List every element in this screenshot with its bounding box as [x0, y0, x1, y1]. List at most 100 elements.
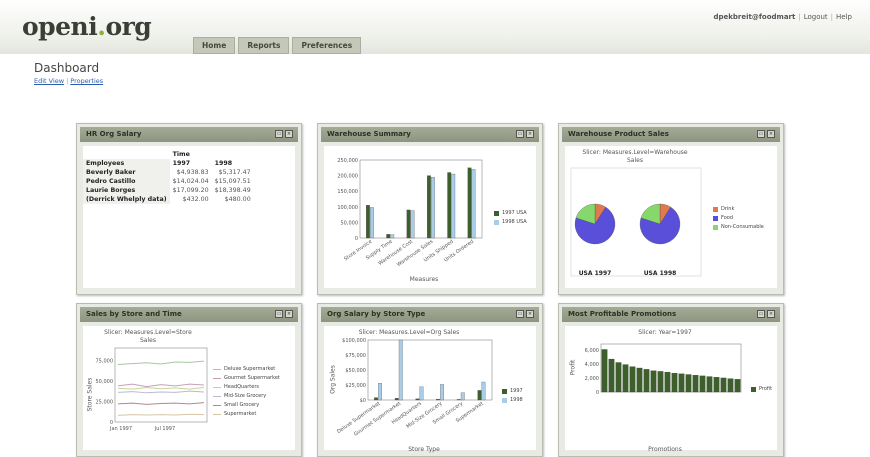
panel-body: Slicer: Measures.Level=Warehouse Sales U… — [565, 146, 777, 288]
y-tick-label: 2,000 — [585, 376, 599, 382]
legend-label: Non-Consumable — [721, 224, 764, 230]
table-row: (Derrick Whelply data) $432.00 $480.00 — [83, 195, 254, 204]
tab-home[interactable]: Home — [193, 37, 236, 54]
bar — [398, 339, 403, 401]
bar — [622, 364, 629, 393]
restore-icon[interactable]: ▭ — [757, 130, 765, 138]
legend-label: Deluxe Supermarket — [224, 366, 276, 372]
properties-link[interactable]: Properties — [70, 77, 103, 85]
restore-icon[interactable]: ▭ — [516, 310, 524, 318]
restore-icon[interactable]: ▭ — [757, 310, 765, 318]
panel-most-profitable-promotions: Most Profitable Promotions ▭ × Slicer: Ye… — [558, 303, 784, 457]
y-tick-label: $100,000 — [342, 338, 366, 344]
chart-legend: 1997 USA 1998 USA — [494, 210, 527, 228]
bar — [378, 383, 382, 401]
table-row: Pedro Castillo $14,024.04 $15,097.51 — [83, 177, 254, 186]
y-tick-label: 75,000 — [96, 359, 114, 365]
employee-name[interactable]: Laurie Borges — [83, 186, 170, 195]
openi-logo[interactable]: openi.org — [22, 12, 152, 41]
employee-name[interactable]: (Derrick Whelply data) — [83, 195, 170, 204]
plot-area — [367, 339, 493, 401]
legend-swatch-profit — [751, 386, 756, 392]
tab-preferences[interactable]: Preferences — [292, 37, 362, 54]
logout-link[interactable]: Logout — [804, 13, 828, 21]
y-axis-label: Org Sales — [329, 365, 337, 394]
y-tick-label: 150,000 — [337, 189, 358, 195]
bar — [720, 377, 727, 393]
panel-header: Warehouse Summary ▭ × — [321, 127, 539, 142]
table-row: Laurie Borges $17,099.20 $18,398.49 — [83, 186, 254, 195]
promotions-chart[interactable]: 6,000 4,000 2,000 0 — [565, 326, 777, 450]
bar — [370, 207, 374, 239]
restore-icon[interactable]: ▭ — [275, 310, 283, 318]
bar — [699, 375, 706, 393]
cell-value: $4,938.83 — [176, 169, 209, 176]
bar — [447, 172, 452, 239]
pie-label: USA 1998 — [643, 270, 677, 277]
legend-label: Gourmet Supermarket — [224, 375, 280, 381]
bar — [664, 371, 671, 393]
dashboard-links: Edit View | Properties — [34, 77, 104, 85]
bar — [419, 386, 424, 401]
chart-legend: Drink Food Non-Consumable — [713, 206, 764, 233]
time-header: Time — [172, 151, 190, 158]
panel-title: Warehouse Product Sales — [568, 130, 669, 138]
bar — [390, 234, 395, 239]
restore-icon[interactable]: ▭ — [516, 130, 524, 138]
close-icon[interactable]: × — [285, 310, 293, 318]
y-tick-label: 50,000 — [341, 220, 359, 226]
bar — [460, 392, 465, 401]
legend-label: Small Grocery — [224, 402, 260, 408]
legend-swatch-1998 — [494, 219, 499, 225]
bar — [386, 234, 391, 239]
bar — [643, 369, 650, 393]
legend-swatch — [213, 404, 221, 406]
close-icon[interactable]: × — [767, 130, 775, 138]
legend-label: 1998 USA — [502, 219, 527, 225]
x-tick-label: Jul 1997 — [154, 426, 175, 432]
user-links: dpekbreit@foodmart | Logout | Help — [713, 13, 852, 21]
logo-main: openi — [22, 12, 98, 41]
y-tick-label: $75,000 — [345, 353, 366, 359]
bar — [629, 366, 636, 393]
panel-body: Slicer: Measures.Level=Org Sales $100,00… — [324, 326, 536, 453]
panel-header: HR Org Salary ▭ × — [80, 127, 298, 142]
cell-value: $18,398.49 — [214, 187, 251, 194]
close-icon[interactable]: × — [526, 310, 534, 318]
close-icon[interactable]: × — [526, 130, 534, 138]
help-link[interactable]: Help — [836, 13, 852, 21]
chart-legend: 1997 1998 — [502, 388, 523, 406]
x-tick-label: Mid-Size Grocery — [405, 401, 443, 430]
cell-value: $17,099.20 — [172, 187, 209, 194]
bar — [471, 169, 476, 239]
bar — [431, 177, 435, 239]
legend-swatch — [213, 386, 221, 388]
y-tick-label: $25,000 — [345, 383, 366, 389]
y-tick-label: 50,000 — [96, 379, 114, 385]
main-tabs: Home Reports Preferences — [193, 37, 362, 54]
edit-view-link[interactable]: Edit View — [34, 77, 64, 85]
salary-table: Time Employees 1997 1998 Beverly Baker $4,9… — [83, 150, 254, 204]
legend-swatch-non-consumable — [713, 224, 718, 230]
legend-swatch — [213, 413, 221, 415]
legend-swatch — [213, 377, 221, 379]
cell-value: $480.00 — [224, 196, 251, 203]
close-icon[interactable]: × — [285, 130, 293, 138]
logo-tld: org — [105, 12, 152, 41]
plot-area — [600, 343, 742, 393]
restore-icon[interactable]: ▭ — [275, 130, 283, 138]
legend-label: 1997 USA — [502, 210, 527, 216]
cell-value: $5,317.47 — [218, 169, 251, 176]
bar — [734, 379, 741, 393]
column-header: Employees — [83, 159, 170, 168]
close-icon[interactable]: × — [767, 310, 775, 318]
panel-org-salary-store-type: Org Salary by Store Type ▭ × Slicer: Meas… — [317, 303, 543, 457]
legend-swatch-1997 — [502, 388, 507, 394]
employee-name[interactable]: Beverly Baker — [83, 168, 170, 177]
panel-title: HR Org Salary — [86, 130, 142, 138]
employee-name[interactable]: Pedro Castillo — [83, 177, 170, 186]
tab-reports[interactable]: Reports — [238, 37, 290, 54]
bar — [415, 398, 420, 401]
panel-title: Most Profitable Promotions — [568, 310, 677, 318]
panel-title: Sales by Store and Time — [86, 310, 182, 318]
